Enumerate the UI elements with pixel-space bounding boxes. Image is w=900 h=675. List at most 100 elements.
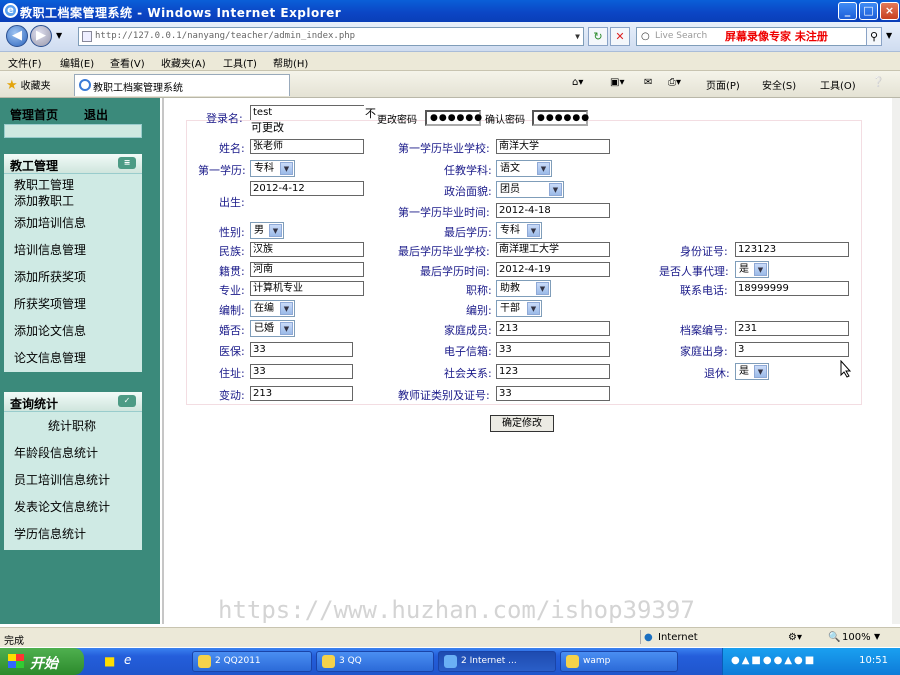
chevron-down-icon: ▼ [754, 365, 767, 378]
social-input[interactable]: 123 [496, 364, 610, 379]
change-password-input[interactable]: ●●●●●● [425, 110, 482, 126]
favorites-button[interactable]: ★ 收藏夹 [6, 77, 51, 93]
minimize-button[interactable]: _ [838, 2, 857, 20]
print-icon[interactable]: ⎙▾ [668, 77, 681, 88]
sidebar-item-add-paper[interactable]: 添加论文信息 [14, 322, 86, 339]
grad1-input[interactable]: 2012-4-18 [496, 203, 610, 218]
help-icon[interactable]: ❔ [872, 77, 884, 88]
confirm-password-input[interactable]: ●●●●●● [532, 110, 589, 126]
menu-help[interactable]: 帮助(H) [273, 55, 308, 70]
safety-menu[interactable]: 安全(S) [762, 77, 796, 92]
menu-view[interactable]: 查看(V) [110, 55, 145, 70]
browser-tab[interactable]: 教职工档案管理系统 [74, 74, 290, 96]
scrollbar[interactable] [892, 98, 900, 624]
topschool-input[interactable]: 南洋理工大学 [496, 242, 610, 257]
search-options-icon[interactable]: ▼ [886, 31, 892, 40]
history-dropdown-icon[interactable]: ▼ [56, 31, 62, 40]
name-input[interactable]: 张老师 [250, 139, 364, 154]
page-menu[interactable]: 页面(P) [706, 77, 740, 92]
protected-mode-icon[interactable]: ⚙▾ [788, 632, 802, 643]
gender-select[interactable]: 男 ▼ [250, 222, 284, 239]
start-button[interactable]: 开始 [0, 648, 84, 675]
sidebar-item-paper-stats[interactable]: 发表论文信息统计 [14, 498, 110, 515]
task-qq[interactable]: 3 QQ [316, 651, 434, 672]
home-icon[interactable]: ⌂▾ [572, 77, 583, 88]
phone-label: 联系电话: [680, 284, 728, 297]
sidebar-item-training-manage[interactable]: 培训信息管理 [14, 241, 86, 258]
task-internet[interactable]: 2 Internet ... [438, 651, 556, 672]
email-input[interactable]: 33 [496, 342, 610, 357]
topedu-label: 最后学历: [444, 226, 492, 239]
refresh-icon[interactable]: ↻ [588, 27, 608, 46]
quicklaunch-folder-icon[interactable]: ■ [104, 654, 115, 668]
sidebar-item-add-staff[interactable]: 添加教职工 [14, 192, 74, 209]
sidebar-item-age-stats[interactable]: 年龄段信息统计 [14, 444, 98, 461]
submit-button[interactable]: 确定修改 [490, 415, 554, 432]
sidebar-item-education-stats[interactable]: 学历信息统计 [14, 525, 86, 542]
school1-input[interactable]: 南洋大学 [496, 139, 610, 154]
close-button[interactable]: × [880, 2, 899, 20]
address-dropdown-icon[interactable]: ▼ [575, 28, 580, 45]
forward-button[interactable]: ▶ [30, 25, 52, 47]
sidebar-item-title-stats[interactable]: 统计职称 [48, 417, 96, 434]
address-input[interactable]: http://127.0.0.1/nanyang/teacher/admin_i… [78, 27, 584, 46]
subject-select[interactable]: 语文 ▼ [496, 160, 552, 177]
back-button[interactable]: ◀ [6, 25, 28, 47]
quicklaunch-ie-icon[interactable]: e [124, 653, 131, 667]
tray-icons[interactable]: ●▲■●●▲●■ [731, 655, 816, 666]
title-select[interactable]: 助教 ▼ [496, 280, 551, 297]
maximize-button[interactable]: □ [859, 2, 878, 20]
menu-tools[interactable]: 工具(T) [223, 55, 257, 70]
task-qq2011[interactable]: 2 QQ2011 [192, 651, 312, 672]
insurance-input[interactable]: 33 [250, 342, 353, 357]
edu1-select[interactable]: 专科 ▼ [250, 160, 295, 177]
major-input[interactable]: 计算机专业 [250, 281, 364, 296]
collapse-icon[interactable]: ≡ [118, 157, 136, 169]
topgrad-input[interactable]: 2012-4-19 [496, 262, 610, 277]
menu-favorites[interactable]: 收藏夹(A) [161, 55, 206, 70]
change-input[interactable]: 213 [250, 386, 353, 401]
zoom-dropdown-icon[interactable]: ▼ [874, 632, 880, 641]
menu-file[interactable]: 文件(F) [8, 55, 42, 70]
sidebar-item-paper-manage[interactable]: 论文信息管理 [14, 349, 86, 366]
nation-label: 民族: [219, 245, 245, 258]
idcard-input[interactable]: 123123 [735, 242, 849, 257]
collapse-icon[interactable]: ✓ [118, 395, 136, 407]
sidebar-item-award-manage[interactable]: 所获奖项管理 [14, 295, 86, 312]
idcard-label: 身份证号: [680, 245, 728, 258]
retired-select[interactable]: 是 ▼ [735, 363, 769, 380]
zoom-level[interactable]: 100% [842, 632, 871, 643]
menu-edit[interactable]: 编辑(E) [60, 55, 94, 70]
sidebar-item-training-stats[interactable]: 员工培训信息统计 [14, 471, 110, 488]
search-button-icon[interactable]: ⚲ [866, 27, 882, 46]
staffing-select[interactable]: 在编 ▼ [250, 300, 295, 317]
birth-input[interactable]: 2012-4-12 [250, 181, 364, 196]
nav-home-link[interactable]: 管理首页 [10, 106, 58, 123]
start-label: 开始 [30, 656, 58, 672]
tools-menu[interactable]: 工具(O) [820, 77, 856, 92]
nation-input[interactable]: 汉族 [250, 242, 364, 257]
address-input[interactable]: 33 [250, 364, 353, 379]
birth-label: 出生: [219, 196, 245, 209]
task-wamp[interactable]: wamp [560, 651, 678, 672]
origin-input[interactable]: 3 [735, 342, 849, 357]
agent-select[interactable]: 是 ▼ [735, 261, 769, 278]
native-input[interactable]: 河南 [250, 262, 364, 277]
sidebar-item-add-award[interactable]: 添加所获奖项 [14, 268, 86, 285]
search-input[interactable]: ○ Live Search 屏幕录像专家 未注册 [636, 27, 870, 46]
archive-input[interactable]: 231 [735, 321, 849, 336]
cert-input[interactable]: 33 [496, 386, 610, 401]
stop-icon[interactable]: ✕ [610, 27, 630, 46]
family-input[interactable]: 213 [496, 321, 610, 336]
sidebar-item-staff-manage[interactable]: 教职工管理 [14, 176, 74, 193]
staffing2-select[interactable]: 干部 ▼ [496, 300, 542, 317]
sidebar-item-add-training[interactable]: 添加培训信息 [14, 214, 86, 231]
phone-input[interactable]: 18999999 [735, 281, 849, 296]
mail-icon[interactable]: ✉ [644, 77, 652, 88]
nav-logout-link[interactable]: 退出 [84, 106, 108, 123]
feeds-icon[interactable]: ▣▾ [610, 77, 624, 88]
topedu-select[interactable]: 专科 ▼ [496, 222, 542, 239]
politics-select[interactable]: 团员 ▼ [496, 181, 564, 198]
marriage-select[interactable]: 已婚 ▼ [250, 320, 295, 337]
page-icon [82, 31, 92, 42]
